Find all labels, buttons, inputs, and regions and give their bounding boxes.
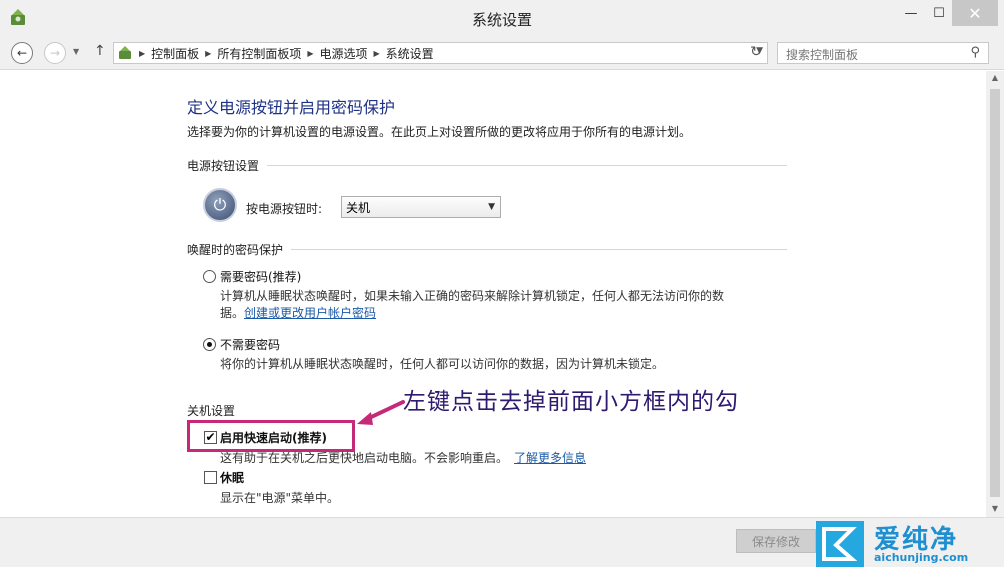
watermark: 爱纯净 aichunjing.com — [812, 521, 1002, 567]
vertical-scrollbar[interactable]: ▲ ▼ — [986, 71, 1004, 517]
annotation-text: 左键点击去掉前面小方框内的勾 — [403, 389, 739, 415]
settings-content: 定义电源按钮并启用密码保护 选择要为你的计算机设置的电源设置。在此页上对设置所做… — [0, 71, 985, 517]
require-password-description-end: 据。 — [220, 306, 245, 320]
fast-startup-label[interactable]: 启用快速启动(推荐) — [220, 429, 327, 446]
hibernate-label[interactable]: 休眠 — [220, 469, 244, 486]
title-bar: 系统设置 — ☐ ✕ — [0, 0, 1004, 34]
breadcrumb-item[interactable]: 系统设置 — [386, 45, 434, 62]
control-panel-icon — [119, 46, 131, 59]
require-password-radio[interactable] — [203, 270, 216, 283]
shutdown-section-header: 关机设置 — [187, 402, 235, 419]
window-title: 系统设置 — [471, 11, 532, 29]
breadcrumb-separator: ▶ — [373, 48, 380, 58]
page-description: 选择要为你的计算机设置的电源设置。在此页上对设置所做的更改将应用于你所有的电源计… — [187, 125, 692, 139]
create-password-link[interactable]: 创建或更改用户帐户密码 — [244, 306, 376, 320]
learn-more-link[interactable]: 了解更多信息 — [514, 451, 586, 465]
back-button[interactable]: ← — [11, 42, 33, 64]
breadcrumb-item[interactable]: 控制面板 — [151, 45, 199, 62]
watermark-url: aichunjing.com — [874, 551, 969, 564]
breadcrumb-separator: ▶ — [139, 48, 146, 58]
address-bar[interactable]: ▶ 控制面板 ▶ 所有控制面板项 ▶ 电源选项 ▶ 系统设置 ▼ — [113, 42, 768, 64]
hibernate-description: 显示在"电源"菜单中。 — [220, 491, 340, 505]
fast-startup-text: 这有助于在关机之后更快地启动电脑。不会影响重启。 — [220, 451, 509, 465]
search-placeholder: 搜索控制面板 — [786, 48, 859, 62]
refresh-button[interactable]: ↻ — [745, 44, 767, 64]
require-password-description-line2: 据。创建或更改用户帐户密码 — [220, 304, 376, 321]
no-password-label[interactable]: 不需要密码 — [220, 336, 280, 353]
watermark-logo-icon — [816, 521, 864, 567]
search-icon[interactable]: ⚲ — [970, 45, 980, 60]
power-button-section-header: 电源按钮设置 — [187, 157, 788, 174]
chevron-down-icon: ▼ — [488, 202, 495, 212]
hibernate-checkbox[interactable] — [204, 471, 217, 484]
bottom-bar: 保存修改 爱纯净 aichunjing.com — [0, 517, 1004, 567]
recent-locations-button[interactable]: ▼ — [73, 47, 79, 56]
power-button-label: 按电源按钮时: — [246, 202, 323, 216]
forward-button[interactable]: → — [44, 42, 66, 64]
no-password-description: 将你的计算机从睡眠状态唤醒时，任何人都可以访问你的数据，因为计算机未锁定。 — [220, 357, 665, 371]
navigation-bar: ← → ▼ ↑ ▶ 控制面板 ▶ 所有控制面板项 ▶ 电源选项 ▶ 系统设置 ▼… — [0, 34, 1004, 70]
section-divider — [267, 165, 788, 166]
breadcrumb-item[interactable]: 电源选项 — [320, 45, 368, 62]
section-title: 唤醒时的密码保护 — [187, 243, 284, 257]
breadcrumb-separator: ▶ — [307, 48, 314, 58]
up-button[interactable]: ↑ — [94, 43, 106, 59]
annotation-arrow-icon — [357, 400, 405, 425]
scroll-thumb[interactable] — [990, 89, 1000, 497]
section-title: 关机设置 — [187, 404, 236, 418]
select-value: 关机 — [346, 200, 371, 215]
section-title: 电源按钮设置 — [187, 159, 260, 173]
wake-password-section-header: 唤醒时的密码保护 — [187, 241, 788, 258]
breadcrumb-item[interactable]: 所有控制面板项 — [217, 45, 301, 62]
scroll-down-icon[interactable]: ▼ — [986, 504, 1004, 513]
fast-startup-checkbox[interactable]: ✔ — [204, 431, 217, 444]
search-input[interactable]: 搜索控制面板 ⚲ — [777, 42, 989, 64]
maximize-button[interactable]: ☐ — [924, 0, 954, 26]
save-changes-button[interactable]: 保存修改 — [736, 529, 816, 553]
require-password-label[interactable]: 需要密码(推荐) — [220, 268, 301, 285]
no-password-radio[interactable] — [203, 338, 216, 351]
fast-startup-description: 这有助于在关机之后更快地启动电脑。不会影响重启。 了解更多信息 — [220, 449, 586, 466]
breadcrumb-separator: ▶ — [205, 48, 212, 58]
power-button-action-select[interactable]: 关机 ▼ — [341, 196, 501, 218]
require-password-description: 计算机从睡眠状态唤醒时，如果未输入正确的密码来解除计算机锁定，任何人都无法访问你… — [220, 289, 725, 303]
page-title: 定义电源按钮并启用密码保护 — [187, 98, 396, 117]
scroll-up-icon[interactable]: ▲ — [986, 73, 1004, 82]
minimize-button[interactable]: — — [896, 0, 926, 26]
section-divider — [291, 249, 788, 250]
close-button[interactable]: ✕ — [952, 0, 998, 26]
power-icon: ⏻ — [203, 188, 237, 222]
